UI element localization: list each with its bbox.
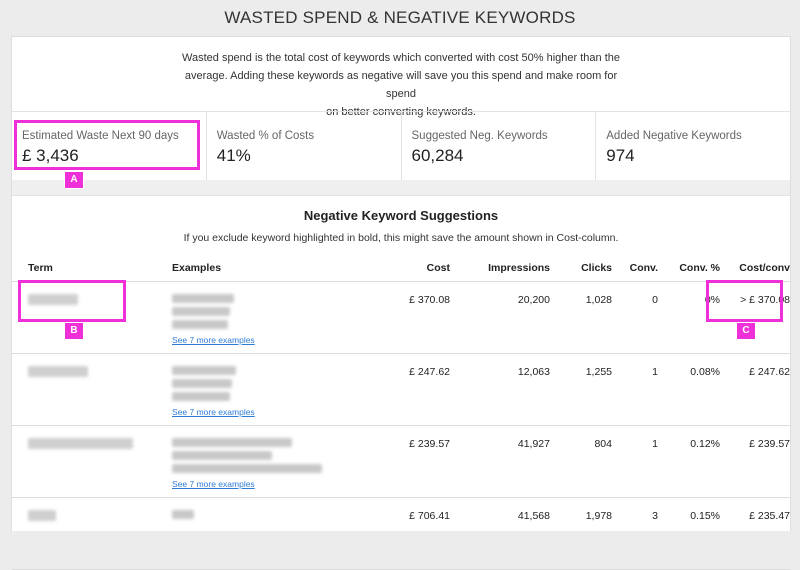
col-header-term[interactable]: Term — [12, 255, 164, 282]
col-header-clicks[interactable]: Clicks — [550, 255, 612, 282]
col-header-cost-conv[interactable]: Cost/conv — [720, 255, 790, 282]
conv-cell: 1 — [612, 425, 658, 498]
cost-cell: £ 706.41 — [384, 497, 450, 570]
examples-cell: See 7 more examples — [164, 353, 384, 426]
conv-cell: 1 — [612, 353, 658, 426]
suggestions-title: Negative Keyword Suggestions — [303, 208, 499, 223]
examples-cell: See 7 more examples — [164, 425, 384, 498]
stat-suggested-neg-keywords: Suggested Neg. Keywords 60,284 — [402, 112, 597, 180]
redacted-example — [172, 438, 292, 447]
table-row: See 7 more examples £ 370.08 20,200 1,02… — [12, 281, 790, 354]
stat-label: Suggested Neg. Keywords — [411, 130, 548, 142]
impressions-cell: 41,927 — [450, 425, 550, 498]
redacted-example — [172, 451, 272, 460]
stat-added-negative-keywords: Added Negative Keywords 974 — [596, 112, 790, 180]
col-header-cost[interactable]: Cost — [384, 255, 450, 282]
description-line-1: Wasted spend is the total cost of keywor… — [182, 52, 620, 64]
page-header: WASTED SPEND & NEGATIVE KEYWORDS — [0, 0, 800, 36]
stat-value: 974 — [606, 146, 635, 165]
section-divider — [12, 180, 790, 196]
conv-percent-cell: 0.15% — [658, 497, 720, 570]
term-cell[interactable] — [12, 353, 164, 426]
conv-percent-cell: 0.12% — [658, 425, 720, 498]
suggestions-table: Term Examples Cost Impressions Clicks Co… — [12, 255, 790, 570]
annotation-label-c: C — [736, 322, 756, 340]
stat-value: 60,284 — [411, 146, 464, 165]
term-cell[interactable] — [12, 497, 164, 570]
redacted-example — [172, 320, 228, 329]
redacted-term — [28, 438, 133, 449]
cost-conv-cell: £ 247.62 — [720, 353, 790, 426]
cost-cell: £ 370.08 — [384, 281, 450, 354]
suggestions-subtitle: If you exclude keyword highlighted in bo… — [183, 232, 619, 244]
stat-label: Wasted % of Costs — [216, 130, 315, 142]
annotation-box-b — [18, 280, 126, 322]
examples-cell: See 7 more examples — [164, 281, 384, 354]
clicks-cell: 1,978 — [550, 497, 612, 570]
redacted-example — [172, 294, 234, 303]
table-row: See 7 more examples £ 247.62 12,063 1,25… — [12, 353, 790, 426]
clicks-cell: 1,255 — [550, 353, 612, 426]
stat-wasted-percent: Wasted % of Costs 41% — [207, 112, 402, 180]
see-more-examples-link[interactable]: See 7 more examples — [172, 479, 255, 489]
impressions-cell: 12,063 — [450, 353, 550, 426]
conv-cell: 0 — [612, 281, 658, 354]
redacted-term — [28, 510, 56, 521]
redacted-example — [172, 379, 232, 388]
redacted-example — [172, 392, 230, 401]
table-row: See 7 more examples £ 239.57 41,927 804 … — [12, 425, 790, 498]
stat-value: 41% — [216, 146, 251, 165]
conv-percent-cell: 0.08% — [658, 353, 720, 426]
redacted-term — [28, 366, 88, 377]
redacted-example — [172, 464, 322, 473]
annotation-box-a — [14, 120, 200, 170]
clicks-cell: 804 — [550, 425, 612, 498]
col-header-impressions[interactable]: Impressions — [450, 255, 550, 282]
stat-label: Added Negative Keywords — [606, 130, 742, 142]
col-header-examples[interactable]: Examples — [164, 255, 384, 282]
col-header-conv[interactable]: Conv. — [612, 255, 658, 282]
redacted-example — [172, 366, 236, 375]
annotation-box-c — [706, 280, 783, 322]
description-line-2: average. Adding these keywords as negati… — [184, 70, 618, 100]
impressions-cell: 41,568 — [450, 497, 550, 570]
annotation-label-a: A — [64, 171, 84, 189]
cost-conv-cell: £ 239.57 — [720, 425, 790, 498]
annotation-label-b: B — [64, 322, 84, 340]
col-header-conv-percent[interactable]: Conv. % — [658, 255, 720, 282]
term-cell[interactable] — [12, 425, 164, 498]
clicks-cell: 1,028 — [550, 281, 612, 354]
table-row: £ 706.41 41,568 1,978 3 0.15% £ 235.47 — [12, 497, 790, 570]
cost-cell: £ 247.62 — [384, 353, 450, 426]
see-more-examples-link[interactable]: See 7 more examples — [172, 407, 255, 417]
cost-conv-cell: £ 235.47 — [720, 497, 790, 570]
redacted-example — [172, 510, 194, 519]
page-title: WASTED SPEND & NEGATIVE KEYWORDS — [224, 8, 576, 27]
cost-cell: £ 239.57 — [384, 425, 450, 498]
conv-cell: 3 — [612, 497, 658, 570]
main-card: Wasted spend is the total cost of keywor… — [11, 36, 791, 570]
examples-cell — [164, 497, 384, 570]
table-header-row: Term Examples Cost Impressions Clicks Co… — [12, 255, 790, 282]
see-more-examples-link[interactable]: See 7 more examples — [172, 335, 255, 345]
impressions-cell: 20,200 — [450, 281, 550, 354]
redacted-example — [172, 307, 230, 316]
